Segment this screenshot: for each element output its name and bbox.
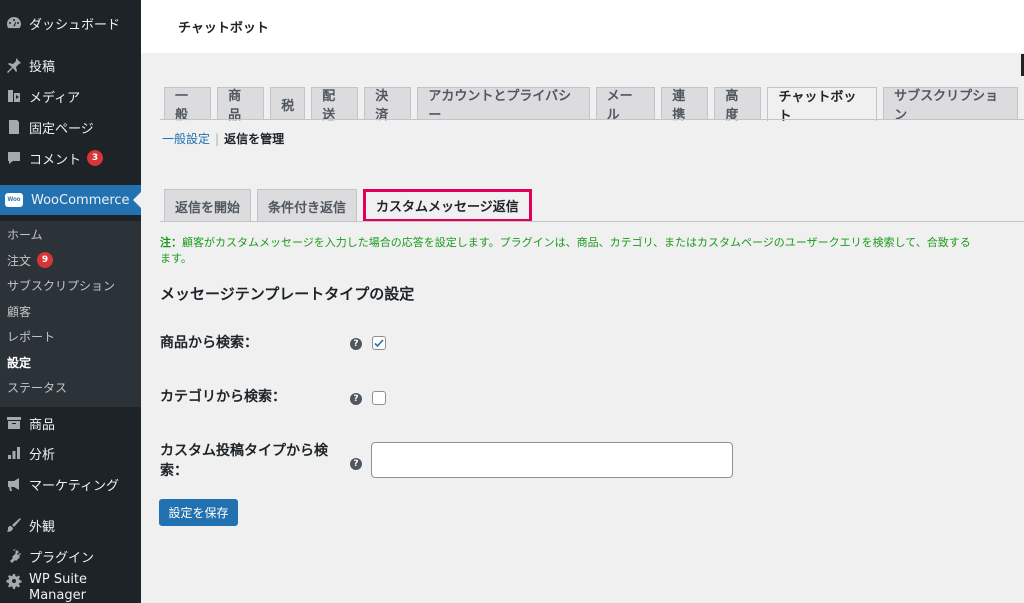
woocommerce-submenu: ホーム 注文 9 サブスクリプション 顧客 レポート 設定 ステータス: [0, 221, 141, 407]
menu-item-pages[interactable]: 固定ページ: [0, 112, 141, 142]
submenu-item-status[interactable]: ステータス: [7, 377, 67, 397]
tab-accounts-privacy[interactable]: アカウントとプライバシー: [417, 87, 590, 123]
menu-item-products[interactable]: 商品: [0, 408, 141, 438]
gear-icon: [5, 572, 23, 590]
menu-item-woocommerce[interactable]: Woo WooCommerce: [0, 185, 141, 215]
subnav-general-settings-link[interactable]: 一般設定: [162, 130, 210, 147]
menu-label: 投稿: [29, 59, 56, 75]
page-icon: [5, 118, 23, 136]
tab-general[interactable]: 一般: [164, 87, 212, 123]
help-icon[interactable]: ?: [350, 458, 362, 470]
menu-item-dashboard[interactable]: ダッシュボード: [0, 8, 141, 38]
megaphone-icon: [5, 475, 23, 493]
menu-label: 外観: [29, 519, 56, 535]
menu-label: 分析: [29, 447, 56, 463]
page-title: チャットボット: [178, 21, 269, 36]
info-note: 注：顧客がカスタムメッセージを入力した場合の応答を設定します。プラグインは、商品…: [160, 235, 1024, 267]
submenu-item-orders[interactable]: 注文 9: [7, 250, 54, 270]
menu-label: WP Suite Manager: [29, 572, 88, 603]
note-text-cont: ます。: [160, 252, 192, 265]
menu-label: プラグイン: [29, 550, 95, 566]
sub-navigation: 一般設定 | 返信を管理: [162, 130, 284, 147]
tab-shipping[interactable]: 配送: [311, 87, 359, 123]
subnav-separator: |: [215, 131, 220, 146]
comment-icon: [5, 149, 23, 167]
product-search-label: 商品から検索：: [160, 335, 258, 351]
tab-payments[interactable]: 決済: [364, 87, 412, 123]
product-search-checkbox[interactable]: [372, 336, 386, 350]
plugin-icon: [5, 547, 23, 565]
brush-icon: [5, 516, 23, 534]
media-icon: [5, 87, 23, 105]
bar-chart-icon: [5, 444, 23, 462]
menu-item-media[interactable]: メディア: [0, 81, 141, 111]
comment-count-badge: 3: [87, 150, 104, 166]
tab-chatbot[interactable]: チャットボット: [767, 87, 878, 124]
tab-conditional-reply[interactable]: 条件付き返信: [257, 189, 358, 222]
tabs-divider: [160, 119, 1024, 120]
dashboard-icon: [5, 14, 23, 32]
orders-count-badge: 9: [37, 252, 54, 268]
pin-icon: [5, 56, 23, 74]
menu-label: 商品: [29, 417, 56, 433]
tab-custom-message-reply[interactable]: カスタムメッセージ返信: [363, 189, 532, 222]
submenu-item-settings[interactable]: 設定: [7, 352, 31, 372]
menu-item-appearance[interactable]: 外観: [0, 510, 141, 540]
custom-post-type-input[interactable]: [371, 442, 733, 478]
category-search-label: カテゴリから検索：: [160, 389, 286, 405]
menu-label: WooCommerce: [31, 192, 130, 208]
checkmark-icon: [374, 339, 384, 348]
help-icon[interactable]: ?: [350, 338, 362, 350]
submenu-item-subscriptions[interactable]: サブスクリプション: [7, 275, 115, 295]
menu-item-marketing[interactable]: マーケティング: [0, 469, 141, 499]
submenu-item-reports[interactable]: レポート: [7, 326, 55, 346]
submenu-item-home[interactable]: ホーム: [7, 224, 43, 244]
tab-email[interactable]: メール: [595, 87, 656, 123]
current-menu-arrow: [133, 192, 141, 208]
woocommerce-logo-icon: Woo: [5, 193, 23, 207]
menu-label: 固定ページ: [29, 121, 94, 137]
reply-tabs: 返信を開始 条件付き返信 カスタムメッセージ返信: [164, 189, 538, 222]
menu-label: ダッシュボード: [29, 17, 121, 33]
tab-subscriptions[interactable]: サブスクリプション: [883, 87, 1018, 123]
menu-label: コメント: [29, 152, 82, 168]
page-header: チャットボット: [141, 0, 1024, 53]
settings-tabs: 一般 商品 税 配送 決済 アカウントとプライバシー メール 連携 高度 チャッ…: [164, 87, 1024, 124]
menu-item-plugins[interactable]: プラグイン: [0, 541, 141, 571]
menu-label: メディア: [29, 90, 81, 106]
tab-integration[interactable]: 連携: [661, 87, 709, 123]
tab-start-reply[interactable]: 返信を開始: [164, 189, 252, 222]
tab-products[interactable]: 商品: [217, 87, 265, 123]
help-icon[interactable]: ?: [350, 393, 362, 405]
section-title: メッセージテンプレートタイプの設定: [160, 285, 415, 303]
menu-item-posts[interactable]: 投稿: [0, 50, 141, 80]
menu-item-comments[interactable]: コメント 3: [0, 143, 141, 173]
archive-icon: [5, 414, 23, 432]
tab-advanced[interactable]: 高度: [714, 87, 762, 123]
note-text: 顧客がカスタムメッセージを入力した場合の応答を設定します。プラグインは、商品、カ…: [182, 236, 971, 249]
menu-label: マーケティング: [29, 478, 119, 494]
custom-post-type-label: カスタム投稿タイプから検 索：: [160, 443, 328, 479]
category-search-checkbox[interactable]: [372, 391, 386, 405]
note-prefix: 注：: [160, 236, 182, 249]
menu-item-wp-suite-manager[interactable]: WP Suite Manager: [0, 572, 141, 603]
menu-item-analytics[interactable]: 分析: [0, 438, 141, 468]
tab-tax[interactable]: 税: [270, 87, 306, 120]
save-settings-button[interactable]: 設定を保存: [159, 499, 238, 526]
admin-sidebar: ダッシュボード 投稿 メディア 固定ページ コメント 3 Woo WooComm…: [0, 0, 141, 603]
subnav-manage-replies[interactable]: 返信を管理: [224, 130, 284, 147]
submenu-item-customers[interactable]: 顧客: [7, 301, 31, 321]
reply-tabs-divider: [160, 221, 1024, 222]
